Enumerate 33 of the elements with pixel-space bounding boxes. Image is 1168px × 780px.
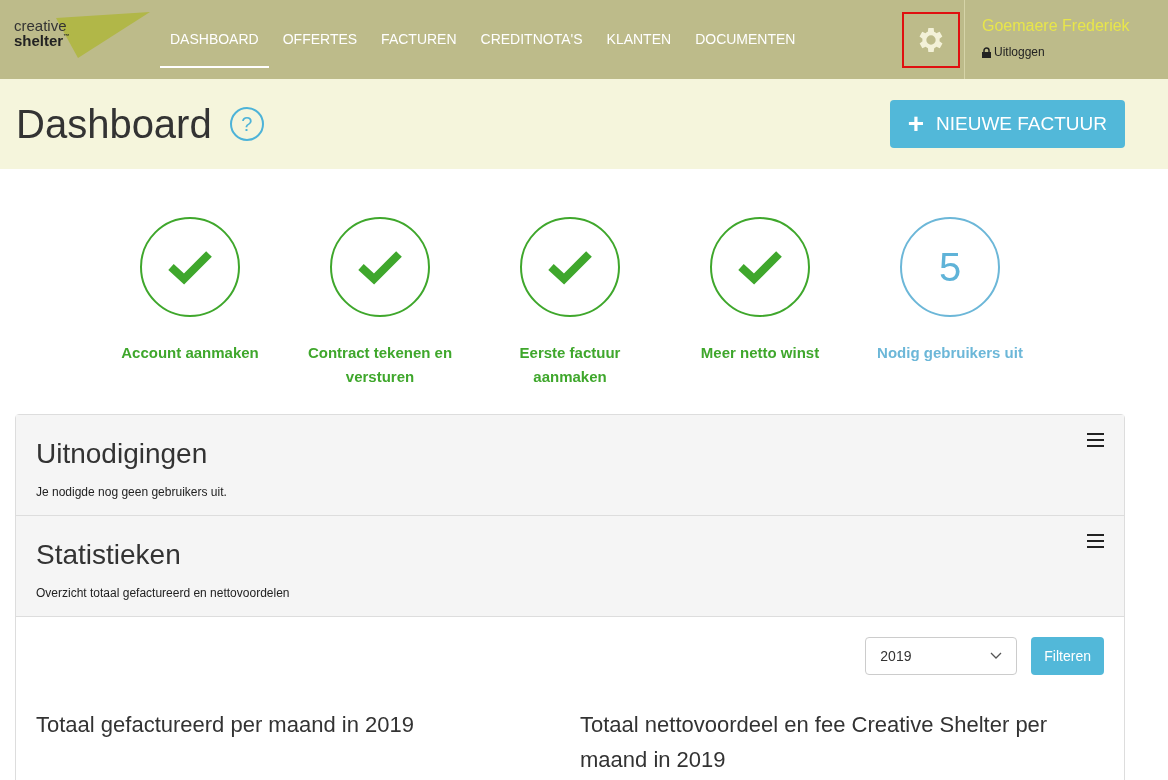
step-label: Meer netto winst: [699, 343, 821, 363]
step-label: Account aanmaken: [120, 343, 260, 363]
nav-tab[interactable]: FACTUREN: [371, 12, 467, 68]
panel-subtitle: Overzicht totaal gefactureerd en nettovoordelen: [36, 585, 291, 602]
chart-title: Totaal gefactureerd per maand in 2019: [36, 711, 415, 739]
chevron-down-icon: [990, 652, 1003, 660]
year-select[interactable]: 2019: [865, 637, 1018, 675]
logout-link[interactable]: Uitloggen: [982, 43, 1168, 61]
check-icon: [167, 249, 213, 285]
step-label: Eerste factuur aanmaken: [518, 343, 622, 387]
settings-button[interactable]: [902, 11, 960, 68]
page-title: Dashboard: [16, 101, 212, 148]
nav-tab[interactable]: CREDITNOTA'S: [470, 12, 593, 68]
nav-tab[interactable]: DASHBOARD: [160, 12, 269, 68]
step-label: Nodig gebruikers uit: [876, 343, 1024, 363]
nav-tab[interactable]: OFFERTES: [272, 12, 368, 68]
menu-icon[interactable]: [1087, 534, 1104, 548]
panel-title: Uitnodigingen: [36, 437, 209, 471]
help-button[interactable]: ?: [229, 107, 264, 141]
filter-button[interactable]: Filteren: [1031, 637, 1104, 675]
chart-title: Totaal nettovoordeel en fee Creative Shelter per maand in 2019: [580, 711, 1049, 774]
panel-subtitle: Je nodigde nog geen gebruikers uit.: [36, 484, 228, 501]
nav-tab[interactable]: KLANTEN: [596, 12, 682, 68]
user-name: Goemaere Frederiek: [982, 16, 1131, 36]
panel-title: Statistieken: [36, 538, 182, 572]
new-invoice-button[interactable]: + NIEUWE FACTUUR: [889, 100, 1125, 148]
check-icon: [737, 249, 783, 285]
menu-icon[interactable]: [1087, 433, 1104, 447]
step-label: Contract tekenen en versturen: [306, 343, 454, 387]
nav-tab[interactable]: DOCUMENTEN: [685, 12, 806, 68]
lock-icon: [982, 46, 991, 58]
check-icon: [357, 249, 403, 285]
check-icon: [547, 249, 593, 285]
